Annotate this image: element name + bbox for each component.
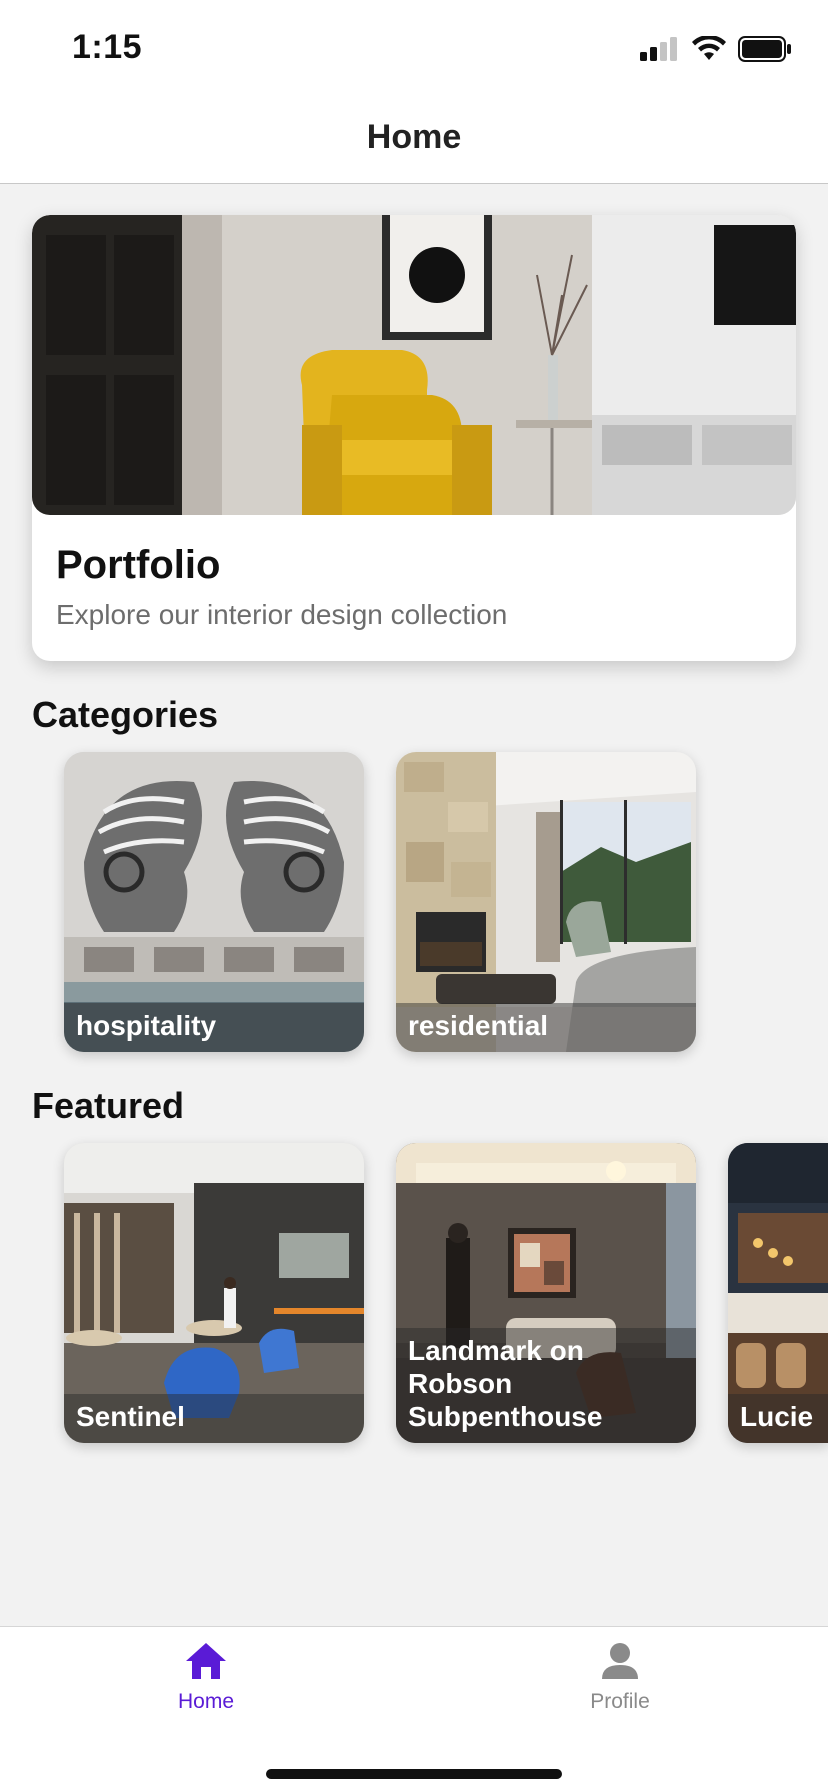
- tab-profile-label: Profile: [590, 1690, 650, 1713]
- status-icons: [640, 36, 792, 62]
- featured-label: Landmark on Robson Subpenthouse: [408, 1335, 603, 1432]
- featured-label-band: Sentinel: [64, 1394, 364, 1443]
- featured-label-band: Lucie: [728, 1394, 828, 1443]
- wifi-icon: [692, 36, 726, 60]
- tab-bar: Home Profile: [0, 1626, 828, 1792]
- portfolio-subtitle: Explore our interior design collection: [56, 599, 508, 630]
- category-tile-residential[interactable]: residential: [396, 752, 696, 1052]
- category-tile-hospitality[interactable]: hospitality: [64, 752, 364, 1052]
- tab-home-label: Home: [177, 1690, 235, 1713]
- featured-tile-sentinel[interactable]: Sentinel: [64, 1143, 364, 1443]
- portfolio-title: Portfolio: [56, 543, 221, 587]
- home-indicator[interactable]: [266, 1769, 562, 1779]
- category-label-band: hospitality: [64, 1003, 364, 1052]
- page-title: Home: [366, 118, 462, 156]
- category-label-band: residential: [396, 1003, 696, 1052]
- featured-label-band: Landmark on Robson Subpenthouse: [396, 1328, 696, 1443]
- featured-heading: Featured: [32, 1085, 185, 1126]
- portfolio-card[interactable]: Portfolio Explore our interior design co…: [32, 215, 796, 661]
- category-label: hospitality: [76, 1010, 217, 1041]
- battery-icon: [738, 36, 791, 62]
- category-label: residential: [408, 1010, 549, 1041]
- navigation-bar: Home: [0, 92, 828, 184]
- cellular-signal-icon: [640, 37, 677, 61]
- house-icon: [186, 1643, 226, 1679]
- featured-tile-lucie[interactable]: Lucie: [728, 1143, 828, 1443]
- featured-label: Sentinel: [76, 1401, 185, 1432]
- person-icon: [602, 1643, 638, 1679]
- status-bar: 1:15: [0, 0, 828, 92]
- categories-heading: Categories: [32, 694, 219, 735]
- status-time: 1:15: [72, 28, 143, 66]
- featured-label: Lucie: [740, 1401, 814, 1432]
- tab-home[interactable]: Home: [106, 1641, 306, 1714]
- portfolio-image: [32, 215, 796, 515]
- featured-tile-landmark-on-robson[interactable]: Landmark on Robson Subpenthouse: [396, 1143, 696, 1443]
- tab-profile[interactable]: Profile: [520, 1641, 720, 1714]
